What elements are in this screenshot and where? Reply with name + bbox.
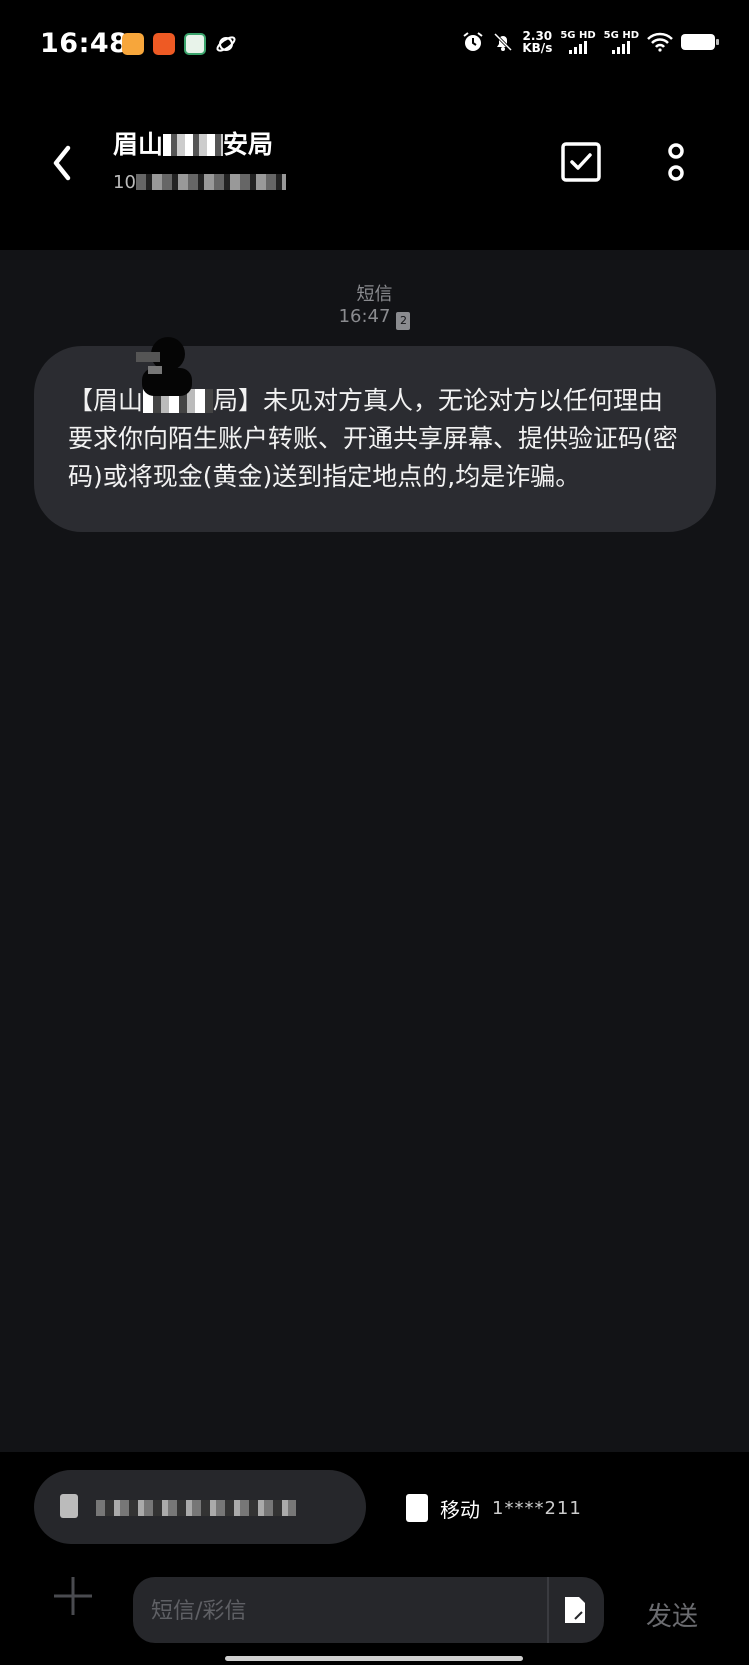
sim2-signal: 5G HD <box>604 30 639 54</box>
contact-name-start: 眉山 <box>113 130 164 159</box>
redacted-block <box>96 1500 296 1516</box>
sim2-number: 1****211 <box>492 1497 582 1519</box>
contact-number: 10 <box>113 172 286 193</box>
shield-app-icon <box>184 33 206 55</box>
message-time: 16:47 2 <box>0 306 749 330</box>
net-speed-unit: KB/s <box>522 41 553 55</box>
sim2-carrier: 移动 <box>440 1497 480 1522</box>
net-speed: 2.30 KB/s <box>522 30 552 54</box>
status-time: 16:48 <box>40 28 129 59</box>
redacted-block <box>163 134 224 156</box>
top-bar: 16:48 2.30 KB/s 5G HD 5G HD 眉山 安局 10 <box>0 0 749 250</box>
sim1-send-option[interactable] <box>34 1470 366 1544</box>
back-button[interactable] <box>44 138 80 188</box>
add-attachment-button[interactable] <box>52 1575 94 1617</box>
wifi-icon <box>647 32 673 52</box>
alarm-icon <box>463 32 483 51</box>
message-input-container <box>133 1577 604 1645</box>
mute-icon <box>494 32 513 52</box>
sender-avatar-icon <box>136 337 192 396</box>
contact-name-end: 安局 <box>223 130 274 159</box>
sim2-send-option[interactable]: 移动 1****211 <box>406 1488 582 1528</box>
home-indicator[interactable] <box>225 1656 523 1661</box>
planet-app-icon <box>216 36 236 52</box>
status-right: 2.30 KB/s 5G HD 5G HD <box>462 30 719 54</box>
sim-card-icon <box>60 1494 78 1518</box>
battery-icon <box>681 34 719 50</box>
send-button[interactable]: 发送 <box>646 1596 698 1633</box>
signal-bars-icon <box>604 41 639 54</box>
sim1-label: 5G HD <box>560 30 596 41</box>
signal-bars-icon <box>560 41 595 54</box>
input-divider <box>547 1577 549 1643</box>
contact-name: 眉山 安局 <box>113 125 273 161</box>
redacted-block <box>135 174 286 190</box>
select-messages-button[interactable] <box>559 140 603 184</box>
status-app-icons <box>122 33 237 55</box>
sim1-signal: 5G HD <box>560 30 596 54</box>
video-app-icon <box>122 33 144 55</box>
shopping-app-icon <box>153 33 175 55</box>
contact-number-prefix: 10 <box>113 172 136 193</box>
sim-switch-icon[interactable] <box>561 1595 589 1625</box>
message-input[interactable] <box>149 1577 533 1645</box>
sim-card-icon <box>406 1494 428 1522</box>
channel-label: 短信 <box>356 284 393 305</box>
more-options-button[interactable] <box>654 140 698 184</box>
message-time-text: 16:47 <box>338 306 391 327</box>
sim-card-icon: 2 <box>396 312 411 330</box>
sim2-label: 5G HD <box>603 30 639 41</box>
conversation-area[interactable]: 短信 16:47 2 【眉山 局】未见对方真人，无论对方以任何理由要求你向陌生账户转… <box>0 250 749 1450</box>
